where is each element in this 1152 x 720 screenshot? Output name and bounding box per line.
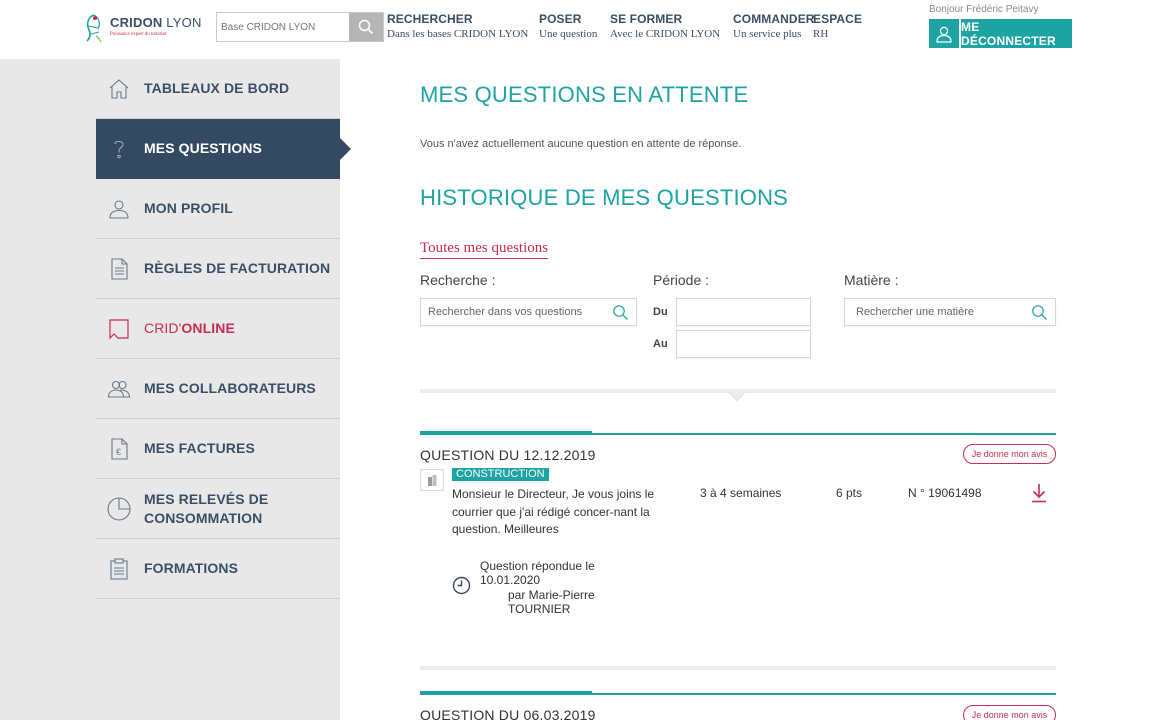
sidebar-item-crid-online[interactable]: CRID'ONLINE [96, 299, 340, 359]
clock-icon [452, 576, 471, 595]
period-from-label: Du [653, 306, 668, 318]
header-search-button[interactable] [349, 13, 383, 41]
question-title: QUESTION DU 06.03.2019 [420, 707, 596, 720]
answered-label: Question répondue le [480, 559, 595, 573]
sidebar-item-tableaux-de-bord[interactable]: TABLEAUX DE BORD [96, 59, 340, 119]
category-badge: CONSTRUCTION [452, 468, 549, 481]
sidebar-item-mes-releves-de-consommation[interactable]: MES RELEVÉS DE CONSOMMATION [96, 479, 340, 539]
answered-date: 10.01.2020 [480, 573, 541, 587]
pending-title: MES QUESTIONS EN ATTENTE [420, 82, 749, 107]
sidebar-item-regles-de-facturation[interactable]: RÈGLES DE FACTURATION [96, 239, 340, 299]
answered-by-name: TOURNIER [508, 602, 571, 616]
nav-commander[interactable]: COMMANDER Un service plus [733, 12, 815, 40]
logo-tagline: Puissance expert du notariat [110, 32, 167, 37]
feedback-button[interactable]: Je donne mon avis [963, 705, 1056, 720]
invoice-euro-icon: € [106, 436, 132, 462]
sidebar-item-mes-questions[interactable]: MES QUESTIONS [96, 119, 351, 179]
sidebar-item-mes-collaborateurs[interactable]: MES COLLABORATEURS [96, 359, 340, 419]
building-icon [420, 469, 444, 491]
logo-mark-icon [86, 14, 102, 43]
search-icon[interactable] [612, 304, 629, 321]
nav-espace-rh[interactable]: ESPACE RH [813, 12, 862, 40]
sidebar-item-formations[interactable]: FORMATIONS [96, 539, 340, 599]
crid-online-icon [106, 316, 132, 342]
sidebar-item-mes-factures[interactable]: € MES FACTURES [96, 419, 340, 479]
history-title: HISTORIQUE DE MES QUESTIONS [420, 185, 789, 210]
cridon-logo[interactable]: CRIDON LYON Puissance expert du notariat [82, 12, 202, 44]
question-card-tab [420, 691, 592, 695]
question-divider [420, 666, 1056, 670]
all-questions-link[interactable]: Toutes mes questions [420, 240, 549, 259]
pie-chart-icon [106, 496, 132, 522]
user-icon [106, 196, 132, 222]
search-icon [358, 19, 374, 35]
user-greeting: Bonjour Frédéric Peitavy [929, 4, 1039, 15]
question-points: 6 pts [836, 486, 863, 500]
subject-filter-label: Matière : [844, 272, 899, 288]
user-icon [936, 26, 952, 43]
header: CRIDON LYON Puissance expert du notariat… [0, 0, 1152, 59]
user-profile-button[interactable] [929, 19, 959, 48]
search-icon[interactable] [1031, 304, 1048, 321]
period-filter-label: Période : [653, 272, 710, 288]
clipboard-icon [106, 556, 132, 582]
question-card-tab [420, 431, 592, 435]
question-number: N ° 19061498 [908, 486, 982, 500]
divider-notch-icon [728, 391, 746, 402]
nav-rechercher[interactable]: RECHERCHER Dans les bases CRIDON LYON [387, 12, 528, 40]
question-search-input[interactable]: Rechercher dans vos questions [420, 298, 637, 326]
sidebar-item-mon-profil[interactable]: MON PROFIL [96, 179, 340, 239]
home-icon [106, 76, 132, 102]
crid-online-label: CRID'ONLINE [144, 320, 235, 336]
question-delay: 3 à 4 semaines [700, 486, 782, 500]
search-filter-label: Recherche : [420, 272, 496, 288]
question-excerpt[interactable]: Monsieur le Directeur, Je vous joins le … [452, 486, 662, 539]
period-from-input[interactable] [676, 298, 811, 326]
users-icon [106, 376, 132, 402]
document-icon [106, 256, 132, 282]
period-to-input[interactable] [676, 330, 811, 358]
nav-se-former[interactable]: SE FORMER Avec le CRIDON LYON [610, 12, 720, 40]
pending-empty-message: Vous n'avez actuellement aucune question… [420, 138, 742, 150]
download-icon[interactable] [1030, 483, 1048, 503]
svg-text:€: € [116, 447, 121, 457]
header-search-input[interactable] [217, 13, 350, 41]
feedback-button[interactable]: Je donne mon avis [963, 444, 1056, 464]
logout-button[interactable]: ME DÉCONNECTER [961, 19, 1072, 48]
logo-name: CRIDON LYON [110, 15, 202, 30]
question-title: QUESTION DU 12.12.2019 [420, 447, 596, 463]
nav-poser[interactable]: POSER Une question [539, 12, 597, 40]
question-icon [106, 136, 132, 162]
header-search [216, 12, 384, 42]
period-to-label: Au [653, 338, 668, 350]
answered-by: par Marie-Pierre [508, 588, 595, 602]
sidebar-item-label: MES RELEVÉS DE CONSOMMATION [144, 490, 269, 526]
subject-search-input[interactable]: Rechercher une matière [844, 298, 1056, 326]
